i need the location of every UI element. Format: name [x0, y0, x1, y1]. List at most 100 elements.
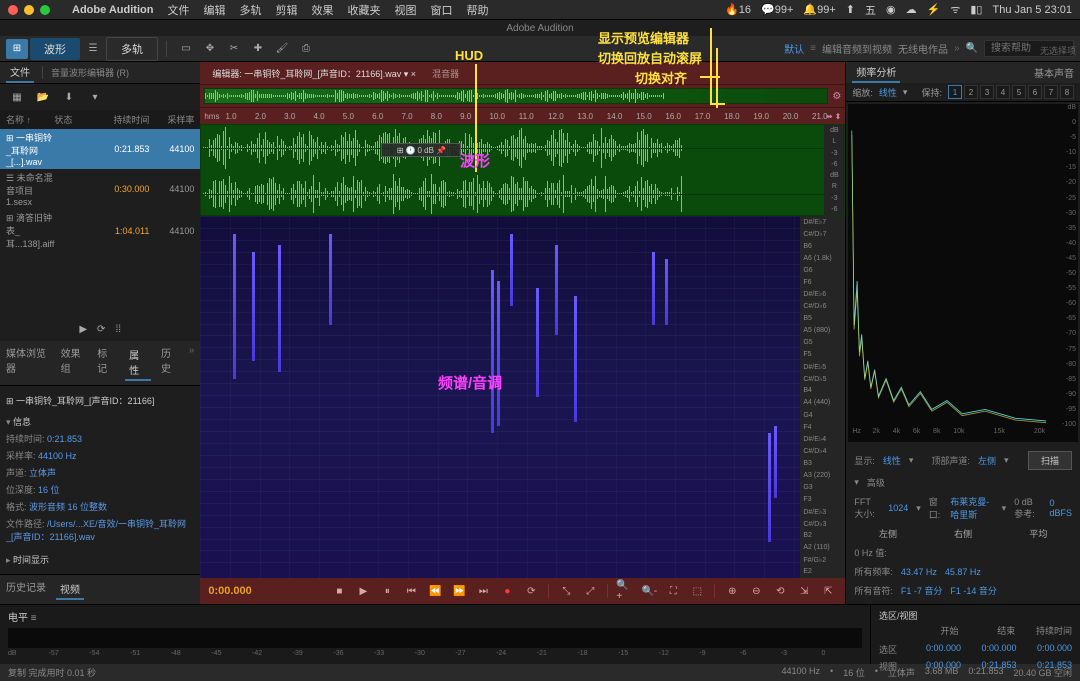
top-channel-dropdown[interactable]: 左侧: [978, 454, 996, 467]
tab-history[interactable]: 历史: [161, 345, 179, 381]
menu-favorites[interactable]: 收藏夹: [347, 2, 380, 18]
files-panel-tab[interactable]: 文件: [6, 62, 34, 83]
tool-stamp[interactable]: ⎙: [295, 39, 317, 59]
status-icon[interactable]: ☁: [906, 3, 917, 16]
file-row[interactable]: ☰ 未命名混音项目 1.sesx 0:30.00044100: [0, 169, 200, 209]
spectral-display[interactable]: D#/E♭7C#/D♭7B6A6 (1.8k)G6F6D#/E♭6C#/D♭6B…: [200, 216, 845, 578]
menu-window[interactable]: 窗口: [430, 2, 452, 18]
waveform-display[interactable]: dBL-3-6dBR-3-6 ⊞ 🕐 0 dB 📌: [200, 124, 845, 216]
frequency-plot[interactable]: dB0-5-10-15-20-25-30-35-40-45-50-55-60-6…: [848, 104, 1078, 442]
wifi-icon[interactable]: ᯤ: [950, 2, 960, 17]
loop-button[interactable]: ⟳: [522, 582, 540, 600]
tab-video[interactable]: 视频: [56, 579, 84, 600]
hud-overlay[interactable]: ⊞ 🕐 0 dB 📌: [381, 143, 461, 157]
status-icon[interactable]: 🔔99+: [803, 3, 835, 16]
menu-help[interactable]: 帮助: [466, 2, 488, 18]
zoom-sel-button[interactable]: ⬚: [688, 582, 706, 600]
scale-dropdown[interactable]: 线性: [879, 86, 897, 99]
loop-icon[interactable]: ⟳: [97, 324, 105, 335]
open-file-icon[interactable]: 📂: [32, 87, 54, 107]
waveform-tab[interactable]: 波形: [30, 38, 80, 60]
zoom-v-icon[interactable]: ⬍: [835, 112, 842, 121]
mixer-tab[interactable]: 混音器: [424, 64, 467, 83]
tab-properties[interactable]: 属性: [125, 345, 151, 381]
tool-move[interactable]: ✥: [199, 39, 221, 59]
stop-button[interactable]: ■: [330, 582, 348, 600]
zoom-full-button[interactable]: ⛶: [664, 582, 682, 600]
filter-icon[interactable]: ▾: [84, 87, 106, 107]
tool-heal[interactable]: ✚: [247, 39, 269, 59]
workspace-radio[interactable]: 无线电作品: [898, 41, 948, 56]
import-icon[interactable]: ⬇: [58, 87, 80, 107]
zoom-out-button[interactable]: 🔍-: [640, 582, 658, 600]
rewind-button[interactable]: ⏪: [426, 582, 444, 600]
play-icon[interactable]: ▶: [79, 324, 87, 335]
hold-slot-7[interactable]: 7: [1044, 85, 1058, 99]
zoom-out-v-button[interactable]: ⊖: [747, 582, 765, 600]
zoom-ext-button[interactable]: ⇲: [795, 582, 813, 600]
window-controls[interactable]: [8, 5, 50, 15]
record-button[interactable]: ●: [498, 582, 516, 600]
zoom-reset-button[interactable]: ⟲: [771, 582, 789, 600]
status-icon[interactable]: 五: [865, 2, 876, 18]
scan-button[interactable]: 扫描: [1028, 451, 1072, 470]
hold-slot-5[interactable]: 5: [1012, 85, 1026, 99]
hold-slot-2[interactable]: 2: [964, 85, 978, 99]
workspace-default[interactable]: 默认: [784, 41, 804, 56]
hold-slot-3[interactable]: 3: [980, 85, 994, 99]
tool-cut[interactable]: ✂: [223, 39, 245, 59]
file-row[interactable]: ⊞ 一串铜铃_耳聆网_[...].wav 0:21.85344100: [0, 129, 200, 169]
hold-slot-4[interactable]: 4: [996, 85, 1010, 99]
overview-track[interactable]: ⚙: [200, 84, 845, 108]
menu-edit[interactable]: 编辑: [203, 2, 225, 18]
window-dropdown[interactable]: 布莱克曼-哈里斯: [950, 495, 993, 521]
freq-analysis-tab[interactable]: 频率分析: [852, 62, 900, 83]
hold-slot-8[interactable]: 8: [1060, 85, 1074, 99]
skip-start-button[interactable]: ⏮: [402, 582, 420, 600]
status-icon[interactable]: ◉: [886, 3, 896, 16]
timecode-display[interactable]: 0:00.000: [208, 585, 288, 597]
fft-size-dropdown[interactable]: 1024: [888, 503, 908, 513]
hold-slot-1[interactable]: 1: [948, 85, 962, 99]
status-icon[interactable]: ⬆: [846, 3, 855, 16]
menu-view[interactable]: 视图: [394, 2, 416, 18]
auto-icon[interactable]: ⁞⁞: [115, 324, 121, 335]
status-icon[interactable]: ⚡: [927, 3, 941, 16]
battery-icon[interactable]: ▮▯: [970, 3, 982, 16]
menu-effects[interactable]: 效果: [311, 2, 333, 18]
menu-clip[interactable]: 剪辑: [275, 2, 297, 18]
zoom-in-v-button[interactable]: ⊕: [723, 582, 741, 600]
workspace-edit-audio[interactable]: 编辑音频到视频: [822, 41, 892, 56]
tab-markers[interactable]: 标记: [97, 345, 115, 381]
multitrack-mode-button[interactable]: ☰: [82, 39, 104, 59]
gear-icon[interactable]: ⚙: [832, 91, 841, 102]
new-file-icon[interactable]: ▦: [6, 87, 28, 107]
level-meter[interactable]: [8, 628, 862, 648]
tab-history-record[interactable]: 历史记录: [6, 579, 46, 600]
tab-media-browser[interactable]: 媒体浏览器: [6, 345, 51, 381]
editor-tab[interactable]: 编辑器: 一串铜铃_耳聆网_[声音ID：21166].wav ▾ ×: [204, 64, 424, 83]
play-button[interactable]: ▶: [354, 582, 372, 600]
tool-selection[interactable]: ▭: [175, 39, 197, 59]
hold-slot-6[interactable]: 6: [1028, 85, 1042, 99]
timeline-ruler[interactable]: hms 1.02.03.04.05.06.07.08.09.010.011.01…: [200, 108, 845, 124]
waveform-mode-button[interactable]: ⊞: [6, 39, 28, 59]
tab-effects[interactable]: 效果组: [61, 345, 88, 381]
punch-button[interactable]: ⤢: [581, 582, 599, 600]
zoom-ext2-button[interactable]: ⇱: [819, 582, 837, 600]
clock[interactable]: Thu Jan 5 23:01: [992, 4, 1072, 16]
pause-button[interactable]: ⏸: [378, 582, 396, 600]
skip-end-button[interactable]: ⏭: [474, 582, 492, 600]
zoom-in-button[interactable]: 🔍+: [616, 582, 634, 600]
tool-brush[interactable]: 🖌: [271, 39, 293, 59]
basic-sound-tab[interactable]: 基本声音: [1034, 65, 1074, 80]
zoom-h-icon[interactable]: ⬌: [826, 112, 833, 121]
level-tab[interactable]: 电平: [8, 613, 28, 624]
file-row[interactable]: ⊞ 滴答旧钟表_耳...138].aiff 1:04.01144100: [0, 209, 200, 252]
multitrack-tab[interactable]: 多轨: [106, 37, 158, 61]
status-icon[interactable]: 💬99+: [761, 3, 793, 16]
status-icon[interactable]: 🔥16: [725, 3, 751, 16]
forward-button[interactable]: ⏩: [450, 582, 468, 600]
display-dropdown[interactable]: 线性: [883, 454, 901, 467]
menu-multitrack[interactable]: 多轨: [239, 2, 261, 18]
